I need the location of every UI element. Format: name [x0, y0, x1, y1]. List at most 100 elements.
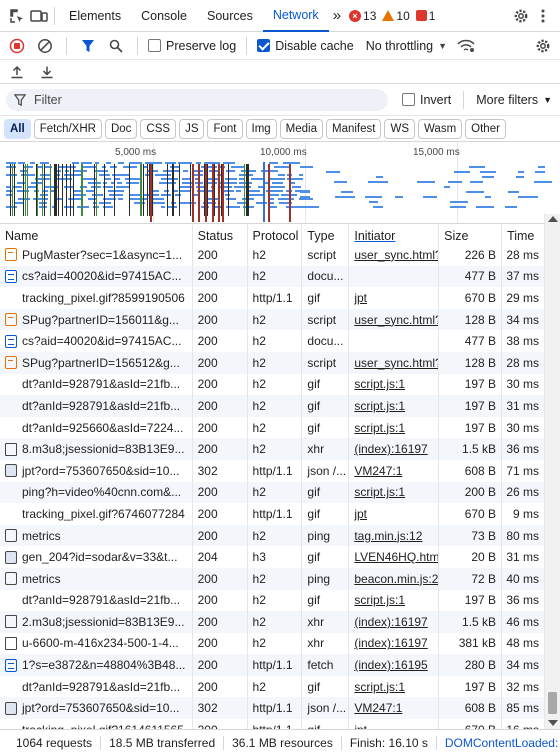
table-row[interactable]: dt?anId=925660&asId=7224... 200 h2 gif scrip… — [0, 416, 544, 439]
cell-initiator[interactable]: jpt — [349, 287, 440, 309]
initiator-link[interactable]: jpt — [354, 507, 367, 521]
cell-initiator[interactable] — [349, 330, 440, 352]
table-row[interactable]: tracking_pixel.gif?6746077284 200 http/1.1… — [0, 503, 544, 525]
cell-initiator[interactable]: VM247:1 — [349, 697, 440, 720]
invert-box[interactable] — [402, 93, 415, 106]
initiator-link[interactable]: (index):16195 — [354, 658, 427, 672]
cell-initiator[interactable]: (index):16197 — [349, 632, 440, 655]
network-overview-timeline[interactable]: 5,000 ms 10,000 ms 15,000 ms — [0, 142, 560, 224]
table-row[interactable]: 8.m3u8;jsessionid=83B13E9... 200 h2 xhr (ind… — [0, 438, 544, 460]
initiator-link[interactable]: user_sync.html?p — [354, 356, 438, 370]
scroll-down-arrow-icon[interactable] — [548, 720, 558, 726]
table-row[interactable]: PugMaster?sec=1&async=1... 200 h2 script use… — [0, 244, 544, 266]
table-row[interactable]: SPug?partnerID=156512&g... 200 h2 script use… — [0, 351, 544, 374]
cell-initiator[interactable]: user_sync.html?p — [349, 244, 440, 266]
cell-initiator[interactable]: script.js:1 — [349, 481, 440, 504]
initiator-link[interactable]: tag.min.js:12 — [354, 529, 422, 543]
console-counts[interactable]: × 13 10 1 — [349, 9, 435, 23]
table-row[interactable]: u-6600-m-416x234-500-1-4... 200 h2 xhr (inde… — [0, 632, 544, 655]
table-row[interactable]: dt?anId=928791&asId=21fb... 200 h2 gif scrip… — [0, 395, 544, 417]
type-filter-all[interactable]: All — [4, 118, 31, 139]
table-row[interactable]: 2.m3u8;jsessionid=83B13E9... 200 h2 xhr (ind… — [0, 611, 544, 633]
table-row[interactable]: tracking_pixel.gif?1614611565200http/1.1… — [0, 719, 544, 729]
initiator-link[interactable]: script.js:1 — [354, 485, 405, 499]
initiator-link[interactable]: VM247:1 — [354, 701, 402, 715]
cell-initiator[interactable]: user_sync.html?p — [349, 308, 440, 331]
table-row[interactable]: SPug?partnerID=156011&g... 200 h2 script use… — [0, 308, 544, 331]
cell-initiator[interactable]: script.js:1 — [349, 373, 440, 396]
inspect-element-icon[interactable] — [6, 5, 28, 27]
type-filter-font[interactable]: Font — [207, 118, 243, 139]
table-row[interactable]: dt?anId=928791&asId=21fb... 200 h2 gif scrip… — [0, 373, 544, 396]
tab-sources[interactable]: Sources — [197, 0, 263, 32]
record-stop-icon[interactable] — [6, 35, 28, 57]
device-toolbar-icon[interactable] — [28, 5, 50, 27]
type-filter-ws[interactable]: WS — [384, 118, 415, 139]
cell-initiator[interactable]: LVEN46HQ.html — [349, 546, 440, 568]
tab-network[interactable]: Network — [262, 0, 329, 32]
clear-icon[interactable] — [34, 35, 56, 57]
cell-initiator[interactable]: script.js:1 — [349, 589, 440, 612]
settings-gear-icon[interactable] — [510, 5, 532, 27]
tab-console[interactable]: Console — [131, 0, 197, 32]
kebab-menu-icon[interactable] — [532, 5, 554, 27]
type-filter-css[interactable]: CSS — [140, 118, 177, 139]
more-filters-dropdown[interactable]: More filters ▼ — [476, 93, 552, 107]
cell-initiator[interactable]: (index):16195 — [349, 654, 440, 676]
initiator-link[interactable]: LVEN46HQ.html — [354, 550, 438, 564]
initiator-link[interactable]: (index):16197 — [354, 636, 427, 650]
cell-initiator[interactable]: tag.min.js:12 — [349, 524, 440, 547]
cell-initiator[interactable]: script.js:1 — [349, 395, 440, 417]
type-filter-other[interactable]: Other — [465, 118, 506, 139]
scroll-up-arrow-icon[interactable] — [548, 216, 558, 222]
initiator-link[interactable]: VM247:1 — [354, 464, 402, 478]
invert-checkbox[interactable]: Invert — [402, 93, 451, 107]
cell-initiator[interactable]: script.js:1 — [349, 416, 440, 439]
initiator-link[interactable]: user_sync.html?p — [354, 313, 438, 327]
table-row[interactable]: ping?h=video%40cnn.com&... 200 h2 gif script… — [0, 481, 544, 504]
initiator-link[interactable]: script.js:1 — [354, 593, 405, 607]
initiator-link[interactable]: (index):16197 — [354, 442, 427, 456]
export-har-download-icon[interactable] — [36, 61, 58, 83]
table-row[interactable]: metrics 200 h2 ping tag.min.js:12 73 B 80 ms — [0, 524, 544, 547]
table-row[interactable]: dt?anId=928791&asId=21fb... 200 h2 gif scrip… — [0, 589, 544, 612]
preserve-log-box[interactable] — [148, 39, 161, 52]
type-filter-fetch-xhr[interactable]: Fetch/XHR — [33, 118, 102, 139]
disable-cache-checkbox[interactable]: Disable cache — [257, 39, 354, 53]
initiator-link[interactable]: script.js:1 — [354, 377, 405, 391]
cell-initiator[interactable]: jpt — [349, 503, 440, 525]
preserve-log-checkbox[interactable]: Preserve log — [148, 39, 236, 53]
requests-scrollbar[interactable] — [544, 214, 560, 730]
search-icon[interactable] — [105, 35, 127, 57]
type-filter-wasm[interactable]: Wasm — [418, 118, 463, 139]
cell-initiator[interactable]: jpt — [349, 719, 440, 729]
initiator-link[interactable]: script.js:1 — [354, 680, 405, 694]
table-row[interactable]: 1?s=e3872&n=48804%3B48... 200 http/1.1 fetc… — [0, 654, 544, 676]
table-row[interactable]: gen_204?id=sodar&v=33&t... 204 h3 gif LVEN46… — [0, 546, 544, 568]
cell-initiator[interactable]: (index):16197 — [349, 611, 440, 633]
table-row[interactable]: metrics 200 h2 ping beacon.min.js:25 72 B 40 m… — [0, 567, 544, 590]
type-filter-js[interactable]: JS — [179, 118, 205, 139]
network-settings-gear-icon[interactable] — [532, 35, 554, 57]
table-row[interactable]: tracking_pixel.gif?8599190506 200 http/1.1… — [0, 287, 544, 309]
initiator-link[interactable]: jpt — [354, 291, 367, 305]
type-filter-img[interactable]: Img — [245, 118, 277, 139]
cell-initiator[interactable]: script.js:1 — [349, 675, 440, 698]
table-row[interactable]: cs?aid=40020&id=97415AC... 200 h2 docu... 47… — [0, 265, 544, 288]
initiator-link[interactable]: beacon.min.js:25 — [354, 572, 438, 586]
cell-initiator[interactable]: user_sync.html?p — [349, 351, 440, 374]
filter-input[interactable]: Filter — [6, 88, 388, 111]
table-row[interactable]: jpt?ord=753607650&sid=10... 302 http/1.1 js… — [0, 697, 544, 720]
cell-initiator[interactable]: beacon.min.js:25 — [349, 567, 440, 590]
table-row[interactable]: jpt?ord=753607650&sid=10... 302 http/1.1 js… — [0, 459, 544, 482]
table-row[interactable]: dt?anId=928791&asId=21fb... 200 h2 gif scrip… — [0, 675, 544, 698]
initiator-link[interactable]: script.js:1 — [354, 399, 405, 413]
network-conditions-wifi-icon[interactable] — [455, 35, 477, 57]
initiator-link[interactable]: (index):16197 — [354, 615, 427, 629]
import-har-upload-icon[interactable] — [6, 61, 28, 83]
type-filter-manifest[interactable]: Manifest — [326, 118, 382, 139]
initiator-link[interactable]: user_sync.html?p — [354, 248, 438, 262]
cell-initiator[interactable] — [349, 265, 440, 288]
more-tabs-button[interactable]: » — [329, 0, 345, 32]
table-row[interactable]: cs?aid=40020&id=97415AC... 200 h2 docu... 47… — [0, 330, 544, 352]
